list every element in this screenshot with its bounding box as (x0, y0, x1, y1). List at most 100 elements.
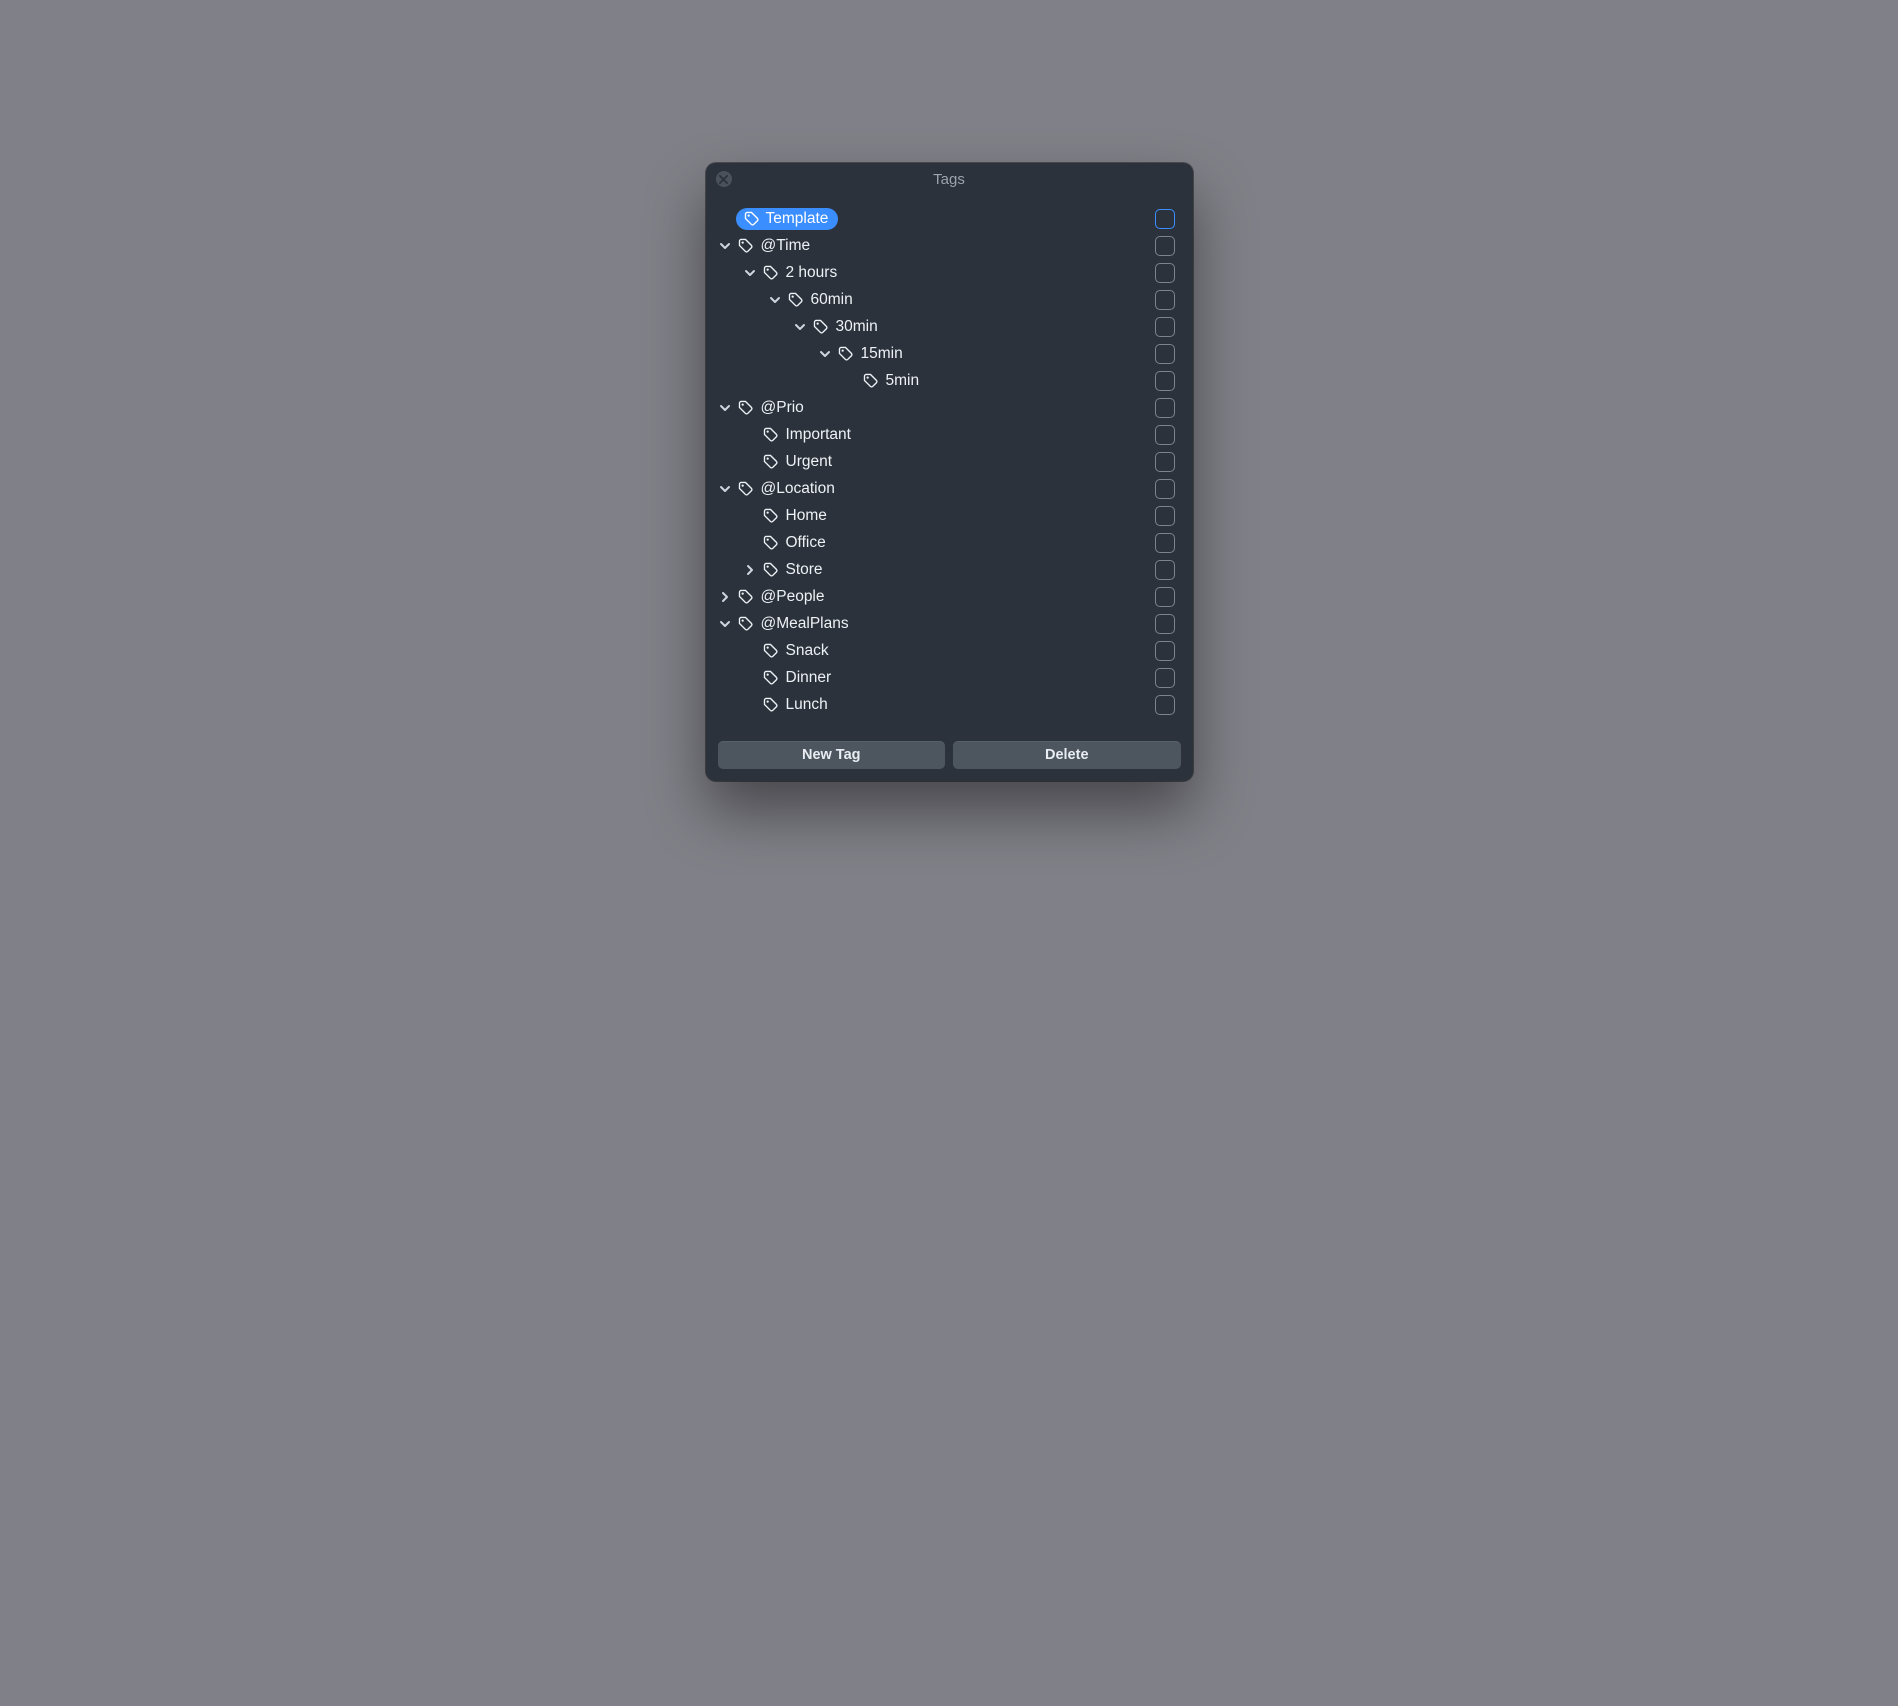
tag-row-people[interactable]: @People (714, 583, 1175, 610)
tag-checkbox[interactable] (1155, 425, 1175, 445)
tag-row-5min[interactable]: 5min (714, 367, 1175, 394)
tag-row-dinner[interactable]: Dinner (714, 664, 1175, 691)
tag-icon (762, 669, 779, 686)
tag-icon (762, 507, 779, 524)
tag-checkbox[interactable] (1155, 614, 1175, 634)
tag-item[interactable]: Office (761, 534, 826, 552)
tag-label: 30min (836, 318, 878, 336)
tag-label: 5min (886, 372, 920, 390)
close-button[interactable] (716, 171, 732, 187)
tag-item[interactable]: 60min (786, 291, 853, 309)
disclosure-spacer (739, 505, 761, 527)
tag-label: Important (786, 426, 851, 444)
tag-row-template[interactable]: Template (714, 205, 1175, 232)
chevron-down-icon[interactable] (714, 235, 736, 257)
tag-checkbox[interactable] (1155, 344, 1175, 364)
tag-icon (737, 399, 754, 416)
tag-label: Home (786, 507, 827, 525)
tag-icon (737, 615, 754, 632)
tag-checkbox[interactable] (1155, 371, 1175, 391)
tag-checkbox[interactable] (1155, 695, 1175, 715)
disclosure-spacer (739, 424, 761, 446)
tag-icon (737, 588, 754, 605)
tag-item[interactable]: 2 hours (761, 264, 838, 282)
tag-icon (762, 642, 779, 659)
tag-item[interactable]: Template (736, 208, 839, 230)
tag-icon (762, 534, 779, 551)
tag-checkbox[interactable] (1155, 452, 1175, 472)
tag-icon (737, 480, 754, 497)
tag-row-snack[interactable]: Snack (714, 637, 1175, 664)
tag-checkbox[interactable] (1155, 398, 1175, 418)
tag-label: Template (766, 210, 829, 228)
tag-tree: Template @Time 2 hours 60min 30min 15min 5min @… (706, 195, 1193, 731)
tag-checkbox[interactable] (1155, 317, 1175, 337)
window-title: Tags (933, 171, 965, 188)
tag-checkbox[interactable] (1155, 587, 1175, 607)
tag-item[interactable]: @Prio (736, 399, 804, 417)
tag-label: @Prio (761, 399, 804, 417)
tag-row-home[interactable]: Home (714, 502, 1175, 529)
tag-label: @People (761, 588, 825, 606)
tag-row-important[interactable]: Important (714, 421, 1175, 448)
tag-checkbox[interactable] (1155, 560, 1175, 580)
tag-item[interactable]: Important (761, 426, 851, 444)
titlebar: Tags (706, 163, 1193, 195)
disclosure-spacer (739, 451, 761, 473)
tag-row-2hours[interactable]: 2 hours (714, 259, 1175, 286)
tag-item[interactable]: Dinner (761, 669, 832, 687)
close-icon (719, 175, 728, 184)
tag-icon (862, 372, 879, 389)
chevron-down-icon[interactable] (714, 478, 736, 500)
tag-item[interactable]: Urgent (761, 453, 833, 471)
disclosure-spacer (739, 640, 761, 662)
tag-checkbox[interactable] (1155, 209, 1175, 229)
tag-item[interactable]: @People (736, 588, 825, 606)
tag-row-30min[interactable]: 30min (714, 313, 1175, 340)
tag-row-15min[interactable]: 15min (714, 340, 1175, 367)
tag-row-60min[interactable]: 60min (714, 286, 1175, 313)
tag-label: @MealPlans (761, 615, 849, 633)
tag-item[interactable]: Lunch (761, 696, 828, 714)
tag-icon (737, 237, 754, 254)
tag-item[interactable]: Store (761, 561, 823, 579)
tag-checkbox[interactable] (1155, 533, 1175, 553)
delete-button[interactable]: Delete (953, 741, 1181, 769)
tag-item[interactable]: 15min (836, 345, 903, 363)
tag-icon (762, 264, 779, 281)
tag-checkbox[interactable] (1155, 290, 1175, 310)
tag-item[interactable]: 30min (811, 318, 878, 336)
chevron-down-icon[interactable] (814, 343, 836, 365)
tag-checkbox[interactable] (1155, 479, 1175, 499)
tag-row-office[interactable]: Office (714, 529, 1175, 556)
tag-item[interactable]: @Location (736, 480, 835, 498)
new-tag-button[interactable]: New Tag (718, 741, 946, 769)
chevron-down-icon[interactable] (764, 289, 786, 311)
tag-row-store[interactable]: Store (714, 556, 1175, 583)
tag-item[interactable]: 5min (861, 372, 920, 390)
tag-item[interactable]: @MealPlans (736, 615, 849, 633)
tag-checkbox[interactable] (1155, 236, 1175, 256)
chevron-right-icon[interactable] (714, 586, 736, 608)
tag-item[interactable]: Home (761, 507, 827, 525)
tag-row-location[interactable]: @Location (714, 475, 1175, 502)
chevron-down-icon[interactable] (714, 397, 736, 419)
tag-checkbox[interactable] (1155, 668, 1175, 688)
tag-label: @Location (761, 480, 835, 498)
tag-row-mealplans[interactable]: @MealPlans (714, 610, 1175, 637)
tags-window: Tags Template @Time 2 hours 60min 30min 15min… (706, 163, 1193, 781)
tag-item[interactable]: Snack (761, 642, 829, 660)
tag-row-urgent[interactable]: Urgent (714, 448, 1175, 475)
tag-checkbox[interactable] (1155, 263, 1175, 283)
chevron-right-icon[interactable] (739, 559, 761, 581)
tag-item[interactable]: @Time (736, 237, 811, 255)
tag-row-lunch[interactable]: Lunch (714, 691, 1175, 718)
chevron-down-icon[interactable] (789, 316, 811, 338)
tag-row-prio[interactable]: @Prio (714, 394, 1175, 421)
chevron-down-icon[interactable] (714, 613, 736, 635)
chevron-down-icon[interactable] (739, 262, 761, 284)
tag-label: 15min (861, 345, 903, 363)
tag-row-time[interactable]: @Time (714, 232, 1175, 259)
tag-checkbox[interactable] (1155, 506, 1175, 526)
tag-checkbox[interactable] (1155, 641, 1175, 661)
